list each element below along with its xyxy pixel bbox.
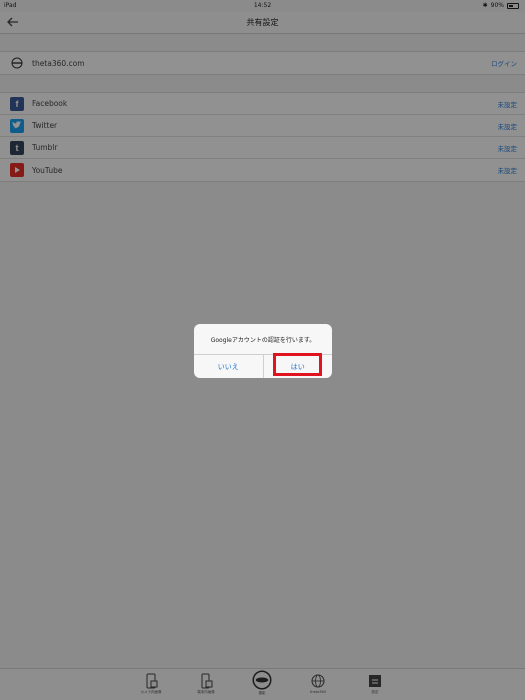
yes-button-highlight <box>273 353 322 376</box>
dialog-message: Googleアカウントの認証を行います。 <box>210 337 316 344</box>
no-button[interactable]: いいえ <box>194 355 264 378</box>
